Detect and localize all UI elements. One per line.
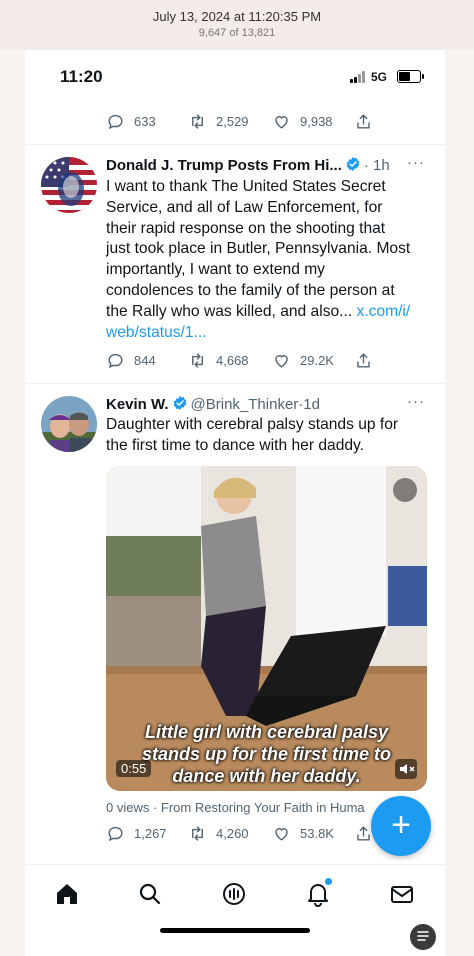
more-options-button[interactable]: ··· (407, 154, 425, 171)
video-attribution[interactable]: 0 views · From Restoring Your Faith in H… (106, 800, 376, 815)
author-name[interactable]: Donald J. Trump Posts From Hi... (106, 157, 342, 174)
like-button[interactable]: 53.8K (272, 822, 334, 844)
caption-line: stands up for the first time to (141, 744, 391, 764)
photo-date: July 13, 2024 at 11:20:35 PM (152, 9, 322, 24)
flag-portrait-image (41, 157, 97, 213)
tweet-line: Service, and all of Law Enforcement, for (106, 198, 383, 216)
retweet-icon (192, 825, 203, 841)
reply-button[interactable]: 844 (106, 349, 156, 371)
prev-tweet-actions: 633 2,529 9,938 (106, 110, 426, 132)
tweet-line: the first time to dance with her daddy. (106, 436, 365, 454)
tweet-line: the Rally who was killed, and also... x.… (106, 302, 436, 323)
separator-dot: · (363, 157, 369, 174)
photos-header: July 13, 2024 at 11:20:35 PM 9,647 of 13… (0, 0, 474, 50)
reply-icon (108, 353, 123, 368)
reply-icon (108, 114, 123, 129)
share-button[interactable] (354, 349, 382, 371)
divider (25, 383, 445, 384)
caption-line: dance with her daddy. (172, 766, 361, 786)
retweet-button[interactable]: 4,260 (188, 822, 249, 844)
live-text-icon[interactable] (410, 924, 436, 950)
status-bar: 11:20 5G (25, 50, 445, 100)
more-options-button[interactable]: ··· (407, 393, 425, 410)
compose-tweet-button[interactable]: + (371, 796, 431, 856)
avatar-flag-portrait[interactable] (41, 157, 97, 213)
mail-icon[interactable] (389, 881, 415, 907)
tweet-line-text: the Rally who was killed, and also... (106, 302, 353, 320)
mute-icon[interactable] (395, 759, 417, 779)
retweet-count: 4,668 (216, 352, 249, 368)
video-caption: Little girl with cerebral palsy stands u… (106, 721, 427, 787)
author-handle[interactable]: @Brink_Thinker (191, 396, 299, 413)
like-button[interactable]: 29.2K (272, 349, 334, 371)
share-button[interactable] (354, 110, 382, 132)
like-count: 9,938 (300, 113, 333, 129)
home-icon[interactable] (54, 881, 80, 907)
tweet-link-continued[interactable]: web/status/1... (106, 324, 207, 341)
network-label: 5G (371, 70, 388, 84)
retweet-button[interactable]: 2,529 (188, 110, 249, 132)
picture-in-picture-icon[interactable] (393, 478, 417, 502)
like-count: 29.2K (300, 352, 334, 368)
search-icon[interactable] (137, 881, 163, 907)
like-count: 53.8K (300, 825, 334, 841)
reply-button[interactable]: 633 (106, 110, 156, 132)
tweet-text: I want to thank The United States Secret… (106, 177, 436, 343)
tweet-line: Daughter with cerebral palsy stands up f… (106, 416, 399, 433)
phone-screen: 11:20 5G 633 2,529 9,938 Donald J. Trump… (25, 50, 445, 956)
battery-icon (397, 70, 424, 83)
tweet-header: Kevin W. @Brink_Thinker·1d (106, 395, 320, 413)
tweet-line: their rapid response on the shooting tha… (106, 219, 386, 237)
heart-icon (275, 354, 288, 368)
retweet-count: 2,529 (216, 113, 249, 129)
tweet-link[interactable]: x.com/i/ (357, 303, 411, 320)
home-indicator[interactable] (160, 928, 310, 933)
heart-icon (275, 827, 288, 841)
status-time: 11:20 (60, 67, 103, 86)
bottom-tab-bar (25, 864, 445, 956)
like-button[interactable]: 9,938 (272, 110, 333, 132)
tweet-line: importantly, I want to extend my (106, 261, 325, 279)
photo-count: 9,647 of 13,821 (198, 27, 276, 39)
reply-icon (108, 826, 123, 841)
notification-dot (325, 878, 332, 885)
video-duration: 0:55 (116, 760, 152, 777)
divider (25, 144, 445, 145)
couple-photo-image (41, 396, 97, 452)
tweet-header: Donald J. Trump Posts From Hi... · 1h (106, 156, 390, 174)
video-player[interactable]: Little girl with cerebral palsy stands u… (106, 466, 427, 791)
tweet-actions: 844 4,668 29.2K (106, 349, 426, 371)
share-icon (357, 352, 370, 368)
tweet-time: 1h (373, 157, 390, 174)
verified-badge-icon (346, 157, 360, 171)
heart-icon (275, 115, 288, 129)
share-icon (357, 113, 370, 129)
reply-count: 844 (134, 352, 156, 368)
reply-count: 1,267 (134, 825, 167, 841)
tweet-time: 1d (303, 396, 320, 413)
retweet-count: 4,260 (216, 825, 249, 841)
tweet-line: I want to thank The United States Secret (106, 178, 386, 195)
retweet-icon (192, 113, 203, 129)
avatar-couple-photo[interactable] (41, 396, 97, 452)
tweet-line: condolences to the family of the person … (106, 281, 395, 299)
tweet-text: Daughter with cerebral palsy stands up f… (106, 415, 436, 457)
spaces-icon[interactable] (221, 881, 247, 907)
author-name[interactable]: Kevin W. (106, 396, 169, 413)
verified-badge-icon (173, 396, 186, 410)
retweet-icon (192, 352, 203, 368)
tweet-line: just took place in Butler, Pennsylvania.… (106, 240, 411, 258)
caption-line: Little girl with cerebral palsy (144, 722, 389, 742)
cellular-signal-icon (350, 71, 366, 83)
retweet-button[interactable]: 4,668 (188, 349, 249, 371)
reply-button[interactable]: 1,267 (106, 822, 167, 844)
reply-count: 633 (134, 113, 156, 129)
